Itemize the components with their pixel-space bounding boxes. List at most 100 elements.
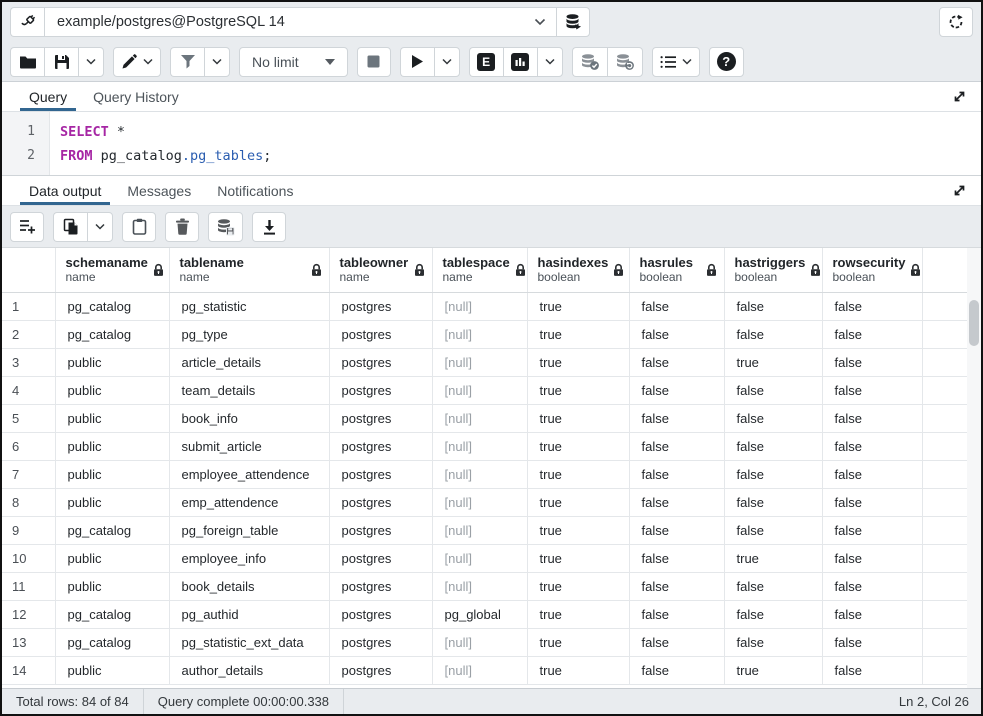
open-file-button[interactable] [10, 47, 44, 77]
cell[interactable]: false [724, 516, 822, 544]
cell[interactable]: [null] [432, 572, 527, 600]
save-file-button[interactable] [44, 47, 78, 77]
cell[interactable]: [null] [432, 656, 527, 684]
cell[interactable]: public [55, 460, 169, 488]
cell[interactable]: false [629, 376, 724, 404]
cell[interactable]: true [527, 656, 629, 684]
row-number-cell[interactable]: 13 [2, 628, 55, 656]
macros-button[interactable] [652, 47, 700, 77]
filter-menu-button[interactable] [204, 47, 230, 77]
download-button[interactable] [252, 212, 286, 242]
cell[interactable]: true [527, 516, 629, 544]
cell[interactable]: false [822, 320, 922, 348]
cell[interactable]: false [724, 320, 822, 348]
column-header-hastriggers[interactable]: hastriggersboolean [724, 248, 822, 292]
cell[interactable]: pg_statistic [169, 292, 329, 320]
column-header-hasrules[interactable]: hasrulesboolean [629, 248, 724, 292]
row-number-cell[interactable]: 4 [2, 376, 55, 404]
cell[interactable]: public [55, 404, 169, 432]
cell[interactable]: false [629, 544, 724, 572]
new-connection-button[interactable] [556, 7, 590, 37]
row-limit-select[interactable]: No limit [239, 47, 348, 77]
cell[interactable]: false [724, 432, 822, 460]
cell[interactable]: postgres [329, 348, 432, 376]
expand-editor-button[interactable] [938, 82, 981, 111]
cell[interactable]: true [527, 320, 629, 348]
cell[interactable]: postgres [329, 628, 432, 656]
cell[interactable]: public [55, 572, 169, 600]
cell[interactable]: pg_type [169, 320, 329, 348]
cell[interactable]: true [724, 544, 822, 572]
row-number-cell[interactable]: 2 [2, 320, 55, 348]
cell[interactable]: postgres [329, 488, 432, 516]
copy-menu-button[interactable] [87, 212, 113, 242]
cell[interactable]: false [822, 656, 922, 684]
row-number-cell[interactable]: 8 [2, 488, 55, 516]
cell[interactable]: false [822, 460, 922, 488]
row-number-cell[interactable]: 14 [2, 656, 55, 684]
row-number-cell[interactable]: 9 [2, 516, 55, 544]
cell[interactable]: public [55, 348, 169, 376]
cell[interactable]: false [822, 376, 922, 404]
cell[interactable]: false [629, 516, 724, 544]
tab-query-history[interactable]: Query History [80, 82, 192, 111]
row-number-cell[interactable]: 1 [2, 292, 55, 320]
cell[interactable]: false [724, 488, 822, 516]
cell[interactable]: true [527, 348, 629, 376]
cell[interactable]: postgres [329, 516, 432, 544]
expand-output-button[interactable] [938, 176, 981, 205]
cell[interactable]: false [724, 628, 822, 656]
commit-button[interactable] [572, 47, 607, 77]
save-menu-button[interactable] [78, 47, 104, 77]
row-number-cell[interactable]: 3 [2, 348, 55, 376]
paste-button[interactable] [122, 212, 156, 242]
cell[interactable]: false [629, 404, 724, 432]
explain-analyze-button[interactable] [503, 47, 537, 77]
cell[interactable]: postgres [329, 460, 432, 488]
cell[interactable]: employee_attendence [169, 460, 329, 488]
connection-selector[interactable]: example/postgres@PostgreSQL 14 [44, 7, 556, 37]
refresh-button[interactable] [939, 7, 973, 37]
cell[interactable]: true [527, 292, 629, 320]
tab-query[interactable]: Query [16, 82, 80, 111]
cell[interactable]: true [724, 348, 822, 376]
column-header-tableowner[interactable]: tableownername [329, 248, 432, 292]
cell[interactable]: employee_info [169, 544, 329, 572]
cell[interactable]: postgres [329, 432, 432, 460]
editor-code[interactable]: SELECT * FROM pg_catalog.pg_tables; [50, 112, 271, 175]
column-header-hasindexes[interactable]: hasindexesboolean [527, 248, 629, 292]
cell[interactable]: book_info [169, 404, 329, 432]
cell[interactable]: [null] [432, 348, 527, 376]
cell[interactable]: pg_statistic_ext_data [169, 628, 329, 656]
cell[interactable]: pg_authid [169, 600, 329, 628]
cell[interactable]: pg_global [432, 600, 527, 628]
tab-messages[interactable]: Messages [114, 176, 204, 205]
cell[interactable]: false [724, 460, 822, 488]
row-number-cell[interactable]: 7 [2, 460, 55, 488]
cell[interactable]: true [527, 404, 629, 432]
cell[interactable]: false [629, 460, 724, 488]
cell[interactable]: pg_catalog [55, 628, 169, 656]
row-number-cell[interactable]: 12 [2, 600, 55, 628]
cell[interactable]: false [629, 488, 724, 516]
add-row-button[interactable] [10, 212, 44, 242]
stop-button[interactable] [357, 47, 391, 77]
column-header-tablespace[interactable]: tablespacename [432, 248, 527, 292]
cell[interactable]: false [724, 404, 822, 432]
copy-button[interactable] [53, 212, 87, 242]
cell[interactable]: [null] [432, 376, 527, 404]
execute-button[interactable] [400, 47, 434, 77]
cell[interactable]: pg_catalog [55, 600, 169, 628]
row-number-header[interactable] [2, 248, 55, 292]
cell[interactable]: submit_article [169, 432, 329, 460]
cell[interactable]: false [822, 348, 922, 376]
help-button[interactable]: ? [709, 47, 744, 77]
cell[interactable]: true [527, 432, 629, 460]
execute-menu-button[interactable] [434, 47, 460, 77]
cell[interactable]: false [822, 292, 922, 320]
cell[interactable]: postgres [329, 600, 432, 628]
cell[interactable]: true [724, 656, 822, 684]
cell[interactable]: true [527, 628, 629, 656]
cell[interactable]: false [629, 348, 724, 376]
cell[interactable]: false [629, 600, 724, 628]
